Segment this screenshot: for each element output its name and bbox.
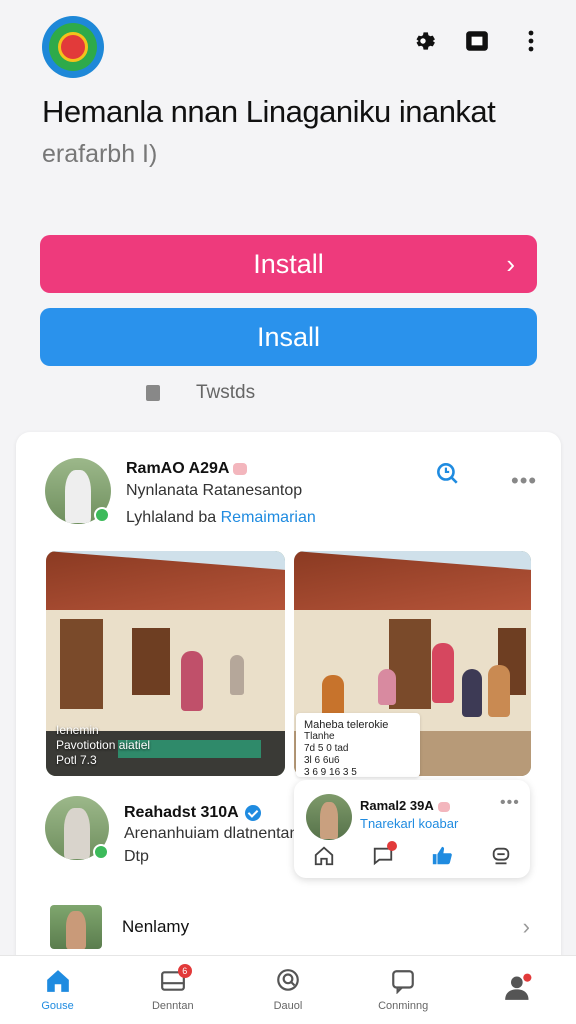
- avatar: [306, 794, 352, 840]
- tweets-label: Twstds: [196, 382, 256, 403]
- post-link[interactable]: Remaimarian: [221, 509, 316, 526]
- comment-icon[interactable]: [489, 844, 513, 868]
- list-item[interactable]: Nenlamy ›: [50, 905, 530, 949]
- post-author[interactable]: RamAO A29A: [126, 460, 248, 478]
- more-horizontal-icon[interactable]: •••: [511, 468, 537, 494]
- nav-home-label: Gouse: [41, 1000, 74, 1012]
- mini-author: Ramal2 39A: [360, 798, 450, 813]
- chevron-right-icon: ›: [522, 914, 530, 939]
- online-badge-icon: [94, 507, 110, 523]
- nav-search-label: Dauol: [273, 1000, 303, 1012]
- bottom-navigation: Gouse 6 Denntan Dauol Conminng: [0, 955, 576, 1024]
- nav-search[interactable]: Dauol: [243, 968, 333, 1012]
- home-icon: [46, 970, 69, 992]
- nav-home[interactable]: Gouse: [13, 968, 103, 1012]
- tag-icon: [233, 462, 248, 475]
- chat-icon: [392, 970, 414, 994]
- photo-caption: Ienemin Pavotiotion aiatiel Potl 7.3: [56, 723, 151, 767]
- search-icon: [277, 969, 299, 991]
- window-icon[interactable]: [462, 26, 492, 56]
- online-badge-icon: [93, 844, 109, 860]
- gear-icon[interactable]: [408, 26, 438, 56]
- list-item-label: Nenlamy: [122, 917, 190, 936]
- notification-dot: [386, 841, 397, 851]
- nav-inbox-label: Denntan: [151, 1000, 194, 1012]
- nav-profile[interactable]: [473, 973, 563, 1007]
- top-toolbar: [408, 26, 546, 56]
- post-photo[interactable]: Ienemin Pavotiotion aiatiel Potl 7.3: [46, 551, 285, 776]
- mini-link[interactable]: Tnarekarl koabar: [360, 816, 458, 831]
- nav-chat-label: Conminng: [378, 1000, 429, 1012]
- mini-post-card[interactable]: Ramal2 39A Tnarekarl koabar •••: [294, 780, 530, 878]
- nav-inbox[interactable]: 6 Denntan: [128, 964, 218, 1012]
- app-emblem-icon: [49, 23, 97, 71]
- app-title: Hemanla nnan Linaganiku inankat: [42, 94, 496, 129]
- notice-overlay: Maheba telerokie Tlanhe 7d 5 0 tad 3l 6 …: [296, 713, 420, 778]
- post-meta: Lyhlaland ba Remaimarian: [126, 509, 316, 526]
- secondary-install-button[interactable]: Insall: [40, 308, 537, 366]
- app-subtitle: erafarbh I): [42, 140, 158, 168]
- install-button-label: Install: [253, 248, 324, 279]
- chat-icon[interactable]: [371, 841, 397, 868]
- nav-chat[interactable]: Conminng: [358, 968, 448, 1012]
- bookmark-icon: [146, 385, 160, 401]
- notification-badge: 6: [177, 964, 192, 978]
- profile-icon: [505, 973, 532, 1000]
- post-subtitle: Nynlanata Ratanesantop: [126, 482, 303, 499]
- app-logo: [42, 16, 104, 78]
- chevron-right-icon: ›: [506, 249, 515, 279]
- more-horizontal-icon[interactable]: •••: [500, 794, 520, 812]
- list-thumbnail: [50, 905, 102, 949]
- post-subtitle: Arenanhuiam dlatnentan: [124, 825, 299, 842]
- install-button[interactable]: Install ›: [40, 235, 537, 293]
- post-meta: Dtp: [124, 848, 149, 865]
- home-icon[interactable]: [312, 844, 336, 868]
- refresh-search-icon[interactable]: [432, 458, 462, 488]
- like-icon[interactable]: [430, 844, 454, 868]
- tweets-row[interactable]: Twstds: [146, 382, 255, 404]
- more-vertical-icon[interactable]: [516, 26, 546, 56]
- verified-icon: [244, 804, 261, 821]
- post-author[interactable]: Reahadst 310A: [124, 804, 261, 822]
- secondary-install-label: Insall: [256, 321, 321, 352]
